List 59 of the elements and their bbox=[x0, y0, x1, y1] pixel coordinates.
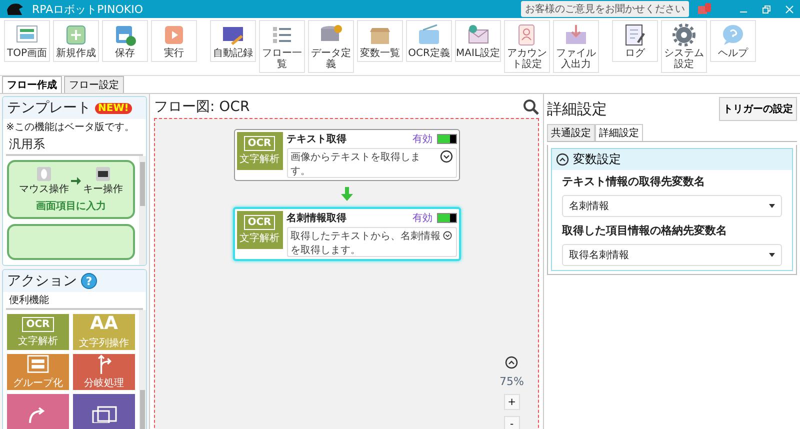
icon-caption: マウス操作 bbox=[19, 183, 69, 196]
tile-label: グループ化 bbox=[13, 376, 63, 390]
zoom-level: 75% bbox=[500, 375, 524, 388]
toolbar-button[interactable]: TOP画面 bbox=[4, 20, 50, 62]
window-title: RPAロボットPINOKIO bbox=[32, 2, 143, 16]
variable-dropdown[interactable]: 取得名刺情報 bbox=[562, 244, 782, 266]
toolbar-button[interactable]: 実行 bbox=[151, 20, 197, 62]
icon-text: OCR bbox=[26, 318, 50, 330]
field-label: 取得した項目情報の格納先変数名 bbox=[562, 223, 728, 238]
field-label: テキスト情報の取得先変数名 bbox=[562, 174, 706, 189]
tab[interactable]: 共通設定 bbox=[547, 124, 595, 141]
action-tile[interactable]: 分岐処理 bbox=[73, 354, 135, 390]
category-heading: 汎用系 bbox=[6, 135, 143, 156]
card-label: 画面項目に入力 bbox=[36, 200, 106, 213]
toolbar-button[interactable]: ログ bbox=[612, 20, 658, 62]
toolbar-button[interactable]: アカウント設定 bbox=[504, 20, 550, 73]
node-title: 名刺情報取得 bbox=[286, 212, 348, 225]
beta-note: ※この機能はベータ版です。 bbox=[5, 120, 136, 135]
node-description: 画像からテキストを取得します。 bbox=[290, 151, 422, 176]
flow-title: フロー図: OCR bbox=[154, 98, 250, 116]
toolbar-button[interactable]: データ定義 bbox=[308, 20, 354, 73]
tile-label: 分岐処理 bbox=[84, 376, 124, 390]
status-label: 有効 bbox=[412, 212, 432, 225]
flow-node[interactable]: OCR 文字解析 名刺情報取得 有効 取得したテキストから、名刺情報を取得します。 bbox=[232, 207, 460, 261]
toolbar-button[interactable]: 自動記録 bbox=[210, 20, 256, 62]
node-title: テキスト取得 bbox=[286, 132, 348, 146]
icon-caption: キー操作 bbox=[83, 183, 123, 196]
panel-title: アクション bbox=[7, 272, 77, 290]
flow-node[interactable]: OCR 文字解析 テキスト取得 有効 画像からテキストを取得します。 bbox=[234, 129, 460, 181]
new-badge: NEW! bbox=[95, 102, 132, 114]
tile-label: 文字列操作 bbox=[79, 336, 129, 350]
toolbar-button[interactable]: MAIL設定 bbox=[455, 20, 501, 62]
toolbar-button[interactable]: システム設定 bbox=[661, 20, 707, 73]
zoom-in-button[interactable]: + bbox=[504, 394, 520, 410]
details-title: 詳細設定 bbox=[547, 100, 607, 118]
variable-dropdown[interactable]: 名刺情報 bbox=[562, 195, 782, 217]
toolbar-button[interactable]: 保存 bbox=[102, 20, 148, 62]
tab[interactable]: 詳細設定 bbox=[595, 124, 643, 141]
template-card[interactable]: マウス操作 キー操作 画面項目に入力 bbox=[7, 160, 135, 219]
status-label: 有効 bbox=[412, 132, 432, 146]
toolbar-button[interactable]: OCR定義 bbox=[406, 20, 452, 62]
panel-title: テンプレート bbox=[7, 99, 91, 117]
toolbar-button[interactable]: フロー一覧 bbox=[259, 20, 305, 73]
letters-icon: AA bbox=[90, 314, 118, 334]
tab[interactable]: フロー作成 bbox=[2, 76, 62, 93]
zoom-out-button[interactable]: - bbox=[504, 416, 520, 429]
toolbar-button[interactable]: 新規作成 bbox=[53, 20, 99, 62]
ocr-icon: OCR 文字解析 bbox=[236, 132, 282, 170]
node-description: 取得したテキストから、名刺情報を取得します。 bbox=[290, 230, 442, 255]
ocr-icon: OCR 文字解析 bbox=[236, 211, 282, 249]
tab[interactable]: フロー設定 bbox=[64, 76, 124, 93]
toolbar-button[interactable]: 変数一覧 bbox=[357, 20, 403, 62]
feedback-link[interactable]: お客様のご意見をお聞かせください bbox=[521, 1, 689, 17]
trigger-button[interactable]: トリガーの設定 bbox=[719, 97, 797, 121]
category-heading: 便利機能 bbox=[6, 292, 143, 310]
tile-label: 文字解析 bbox=[18, 334, 58, 348]
section-header[interactable]: 変数設定 bbox=[552, 149, 792, 170]
toolbar-button[interactable]: ファイル入出力 bbox=[553, 20, 599, 73]
toolbar-button[interactable]: ヘルプ bbox=[710, 20, 756, 62]
